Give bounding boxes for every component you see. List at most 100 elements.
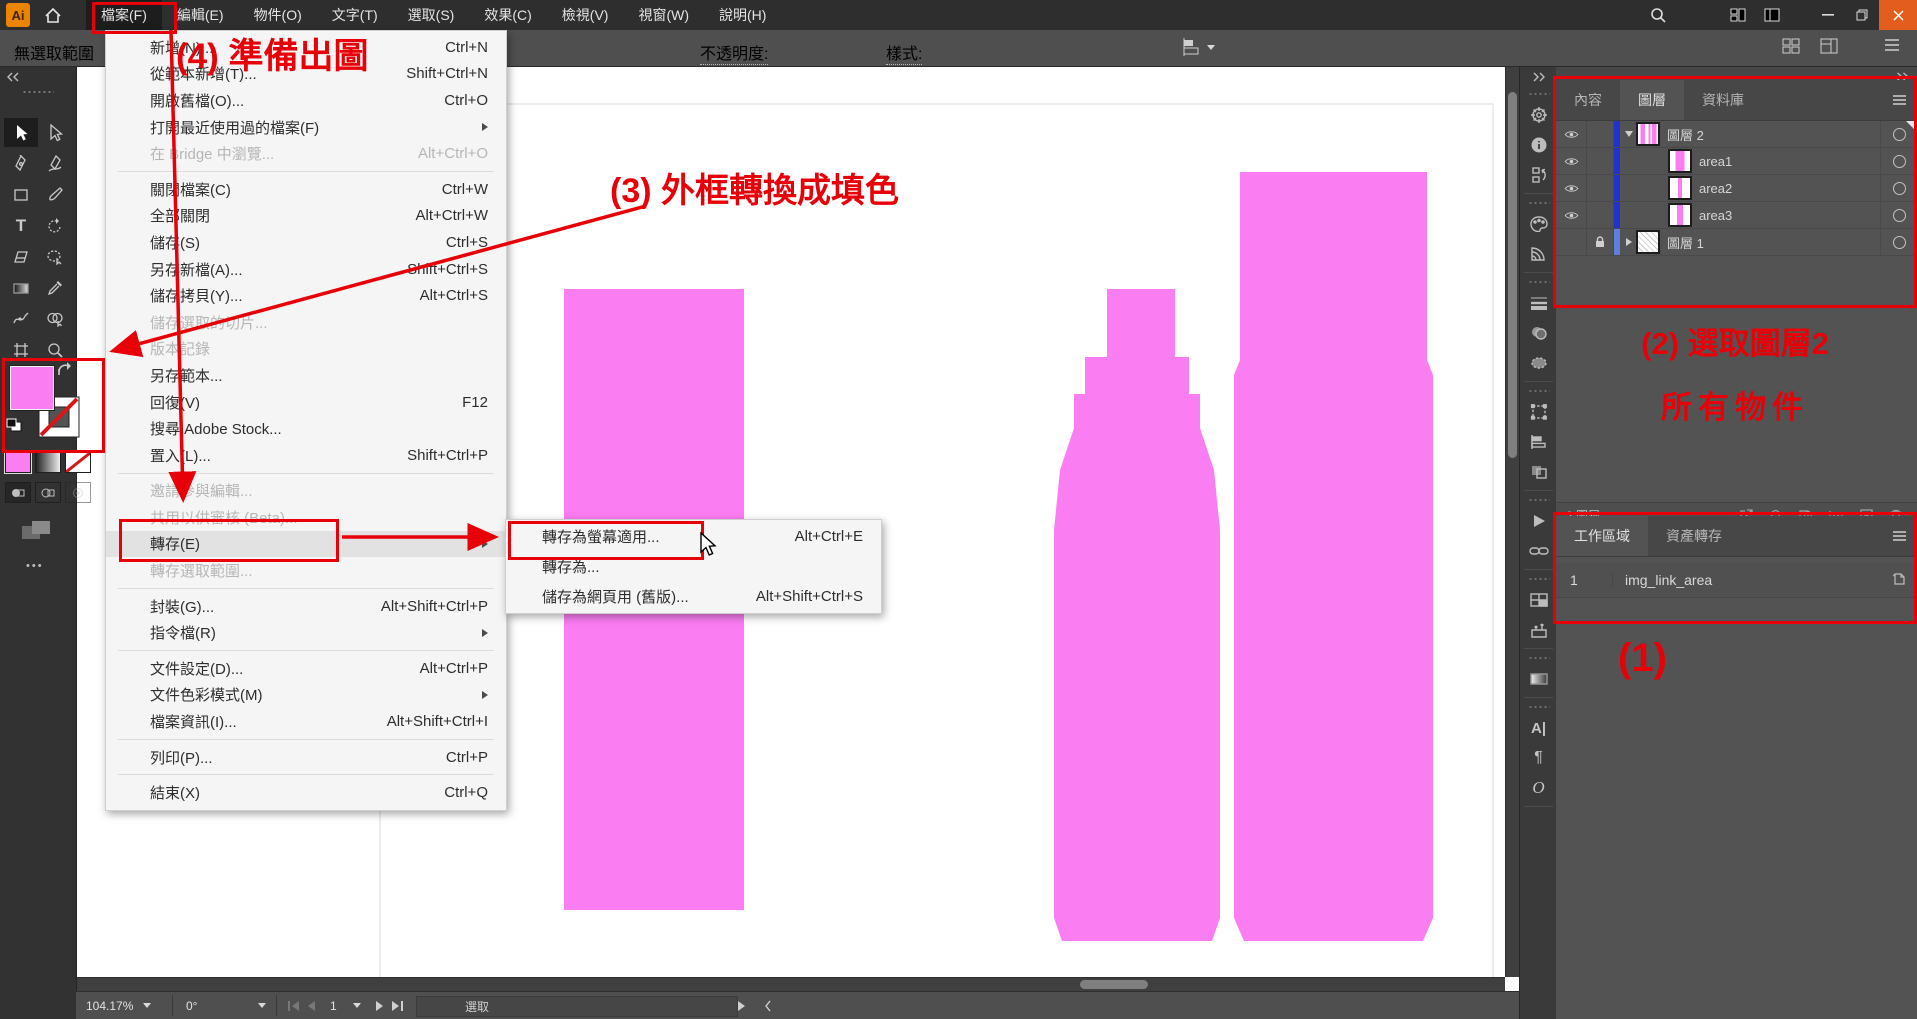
docs-grid-icon[interactable] — [1782, 38, 1800, 59]
menu-item-save-as[interactable]: 另存新檔(A)...Shift+Ctrl+S — [106, 256, 506, 283]
color-panel-icon[interactable] — [1520, 209, 1557, 239]
app-logo[interactable]: Ai — [6, 3, 30, 27]
align-options[interactable] — [1182, 38, 1215, 56]
layer-row-area1[interactable]: area1 — [1556, 148, 1917, 175]
paintbrush-tool[interactable] — [38, 180, 72, 209]
menu-item-export[interactable]: 轉存(E) — [106, 531, 506, 558]
gradient-tool[interactable] — [4, 273, 38, 302]
menu-select[interactable]: 選取(S) — [393, 0, 470, 30]
tab-layers[interactable]: 圖層 — [1620, 80, 1684, 120]
restore-button[interactable] — [1845, 0, 1879, 30]
object-thumbnail[interactable] — [1670, 178, 1690, 198]
screen-mode-icon[interactable] — [20, 518, 54, 549]
submenu-item-export-as[interactable]: 轉存為... — [506, 551, 881, 581]
layer-thumbnail[interactable] — [1638, 232, 1658, 252]
menu-item-new[interactable]: 新增(N)...Ctrl+N — [106, 34, 506, 61]
menu-window[interactable]: 視窗(W) — [623, 0, 704, 30]
tab-libraries[interactable]: 資料庫 — [1684, 80, 1762, 120]
target-circle[interactable] — [1880, 148, 1917, 174]
close-button[interactable] — [1879, 0, 1917, 30]
workspace-switcher-icon[interactable] — [1721, 0, 1755, 30]
lock-toggle[interactable] — [1587, 202, 1614, 228]
menu-item-document-setup[interactable]: 文件設定(D)...Alt+Ctrl+P — [106, 655, 506, 682]
visibility-toggle[interactable] — [1556, 148, 1587, 174]
style-label[interactable]: 樣式: — [886, 46, 922, 65]
align-panel-icon[interactable] — [1520, 427, 1557, 457]
search-icon[interactable] — [1641, 0, 1675, 30]
shape-builder-tool[interactable] — [38, 304, 72, 333]
tools-grip[interactable] — [22, 90, 54, 94]
opentype-panel-icon[interactable]: O — [1520, 773, 1557, 803]
target-circle[interactable] — [1880, 175, 1917, 201]
gradient-button[interactable] — [35, 452, 61, 473]
tab-properties[interactable]: 內容 — [1556, 80, 1620, 120]
layout-icon[interactable] — [1820, 38, 1838, 59]
collapse-tools-icon[interactable] — [6, 69, 20, 87]
asset-export-panel-icon[interactable] — [1520, 615, 1557, 645]
menu-item-save-as-template[interactable]: 另存範本... — [106, 362, 506, 389]
artboard-row[interactable]: 1 img_link_area — [1556, 563, 1917, 598]
actions-panel-icon[interactable] — [1520, 506, 1557, 536]
submenu-item-save-for-web[interactable]: 儲存為網頁用 (舊版)...Alt+Shift+Ctrl+S — [506, 581, 881, 611]
layer-row-area3[interactable]: area3 — [1556, 202, 1917, 229]
transparency-panel-icon[interactable] — [1520, 318, 1557, 348]
next-artboard-button[interactable] — [376, 1001, 383, 1011]
layers-panel-menu-icon[interactable] — [1892, 80, 1917, 120]
horizontal-scrollbar[interactable] — [76, 977, 1505, 992]
expand-layer-icon[interactable] — [1620, 131, 1638, 137]
rectangle-tool[interactable] — [4, 180, 38, 209]
artboards-panel-icon[interactable] — [1520, 585, 1557, 615]
target-circle[interactable] — [1880, 229, 1917, 255]
layer-name[interactable]: 圖層 1 — [1667, 233, 1704, 252]
zoom-level[interactable]: 104.17% — [86, 996, 151, 1015]
expand-panels-icon[interactable] — [1520, 66, 1557, 88]
menu-item-scripts[interactable]: 指令檔(R) — [106, 619, 506, 646]
opacity-label[interactable]: 不透明度: — [700, 46, 768, 65]
vertical-scrollbar-thumb[interactable] — [1508, 92, 1517, 458]
layer-row-area2[interactable]: area2 — [1556, 175, 1917, 202]
menu-item-revert[interactable]: 回復(V)F12 — [106, 389, 506, 416]
zoom-tool[interactable] — [38, 335, 72, 364]
transform-panel-icon[interactable] — [1520, 397, 1557, 427]
draw-normal-mode[interactable] — [5, 482, 31, 503]
first-artboard-button[interactable] — [288, 1001, 299, 1011]
tab-asset-export[interactable]: 資產轉存 — [1648, 516, 1740, 556]
rotate-tool[interactable] — [38, 211, 72, 240]
pen-tool[interactable] — [4, 149, 38, 178]
menu-item-document-color-mode[interactable]: 文件色彩模式(M) — [106, 682, 506, 709]
menu-item-print[interactable]: 列印(P)...Ctrl+P — [106, 744, 506, 771]
lock-toggle[interactable] — [1587, 175, 1614, 201]
layer-row-layer2[interactable]: 圖層 2 — [1556, 121, 1917, 148]
menu-item-save-a-copy[interactable]: 儲存拷貝(Y)...Alt+Ctrl+S — [106, 282, 506, 309]
type-tool[interactable]: T — [4, 211, 38, 240]
object-thumbnail[interactable] — [1670, 205, 1690, 225]
menu-item-new-from-template[interactable]: 從範本新增(T)...Shift+Ctrl+N — [106, 61, 506, 88]
pathfinder-panel-icon[interactable] — [1520, 457, 1557, 487]
arrange-documents-icon[interactable] — [1755, 0, 1789, 30]
expand-layer-icon[interactable] — [1620, 238, 1638, 246]
menu-item-open[interactable]: 開啟舊檔(O)...Ctrl+O — [106, 87, 506, 114]
eraser-tool[interactable] — [4, 242, 38, 271]
lock-toggle[interactable] — [1587, 229, 1614, 255]
tab-artboards[interactable]: 工作區域 — [1556, 516, 1648, 556]
menu-item-file-info[interactable]: 檔案資訊(I)...Alt+Shift+Ctrl+I — [106, 708, 506, 735]
artboard-page-icon[interactable] — [1891, 572, 1917, 589]
layer-thumbnail[interactable] — [1638, 124, 1658, 144]
lock-toggle[interactable] — [1587, 148, 1614, 174]
stroke-panel-icon[interactable] — [1520, 288, 1557, 318]
minimize-button[interactable] — [1811, 0, 1845, 30]
menu-type[interactable]: 文字(T) — [317, 0, 393, 30]
direct-selection-tool[interactable] — [38, 118, 72, 147]
swap-fill-stroke-icon[interactable] — [57, 362, 72, 381]
artboard-name[interactable]: img_link_area — [1613, 572, 1712, 588]
navigator-wheel-icon[interactable] — [1520, 100, 1557, 130]
menu-file[interactable]: 檔案(F) — [86, 0, 162, 30]
submenu-item-export-for-screens[interactable]: 轉存為螢幕適用...Alt+Ctrl+E — [506, 521, 881, 551]
character-panel-icon[interactable]: A| — [1520, 713, 1557, 743]
curvature-tool[interactable] — [38, 149, 72, 178]
last-artboard-button[interactable] — [392, 1001, 403, 1011]
info-icon[interactable] — [1520, 130, 1557, 160]
menu-help[interactable]: 說明(H) — [704, 0, 781, 30]
target-circle[interactable] — [1880, 202, 1917, 228]
visibility-toggle[interactable] — [1556, 202, 1587, 228]
